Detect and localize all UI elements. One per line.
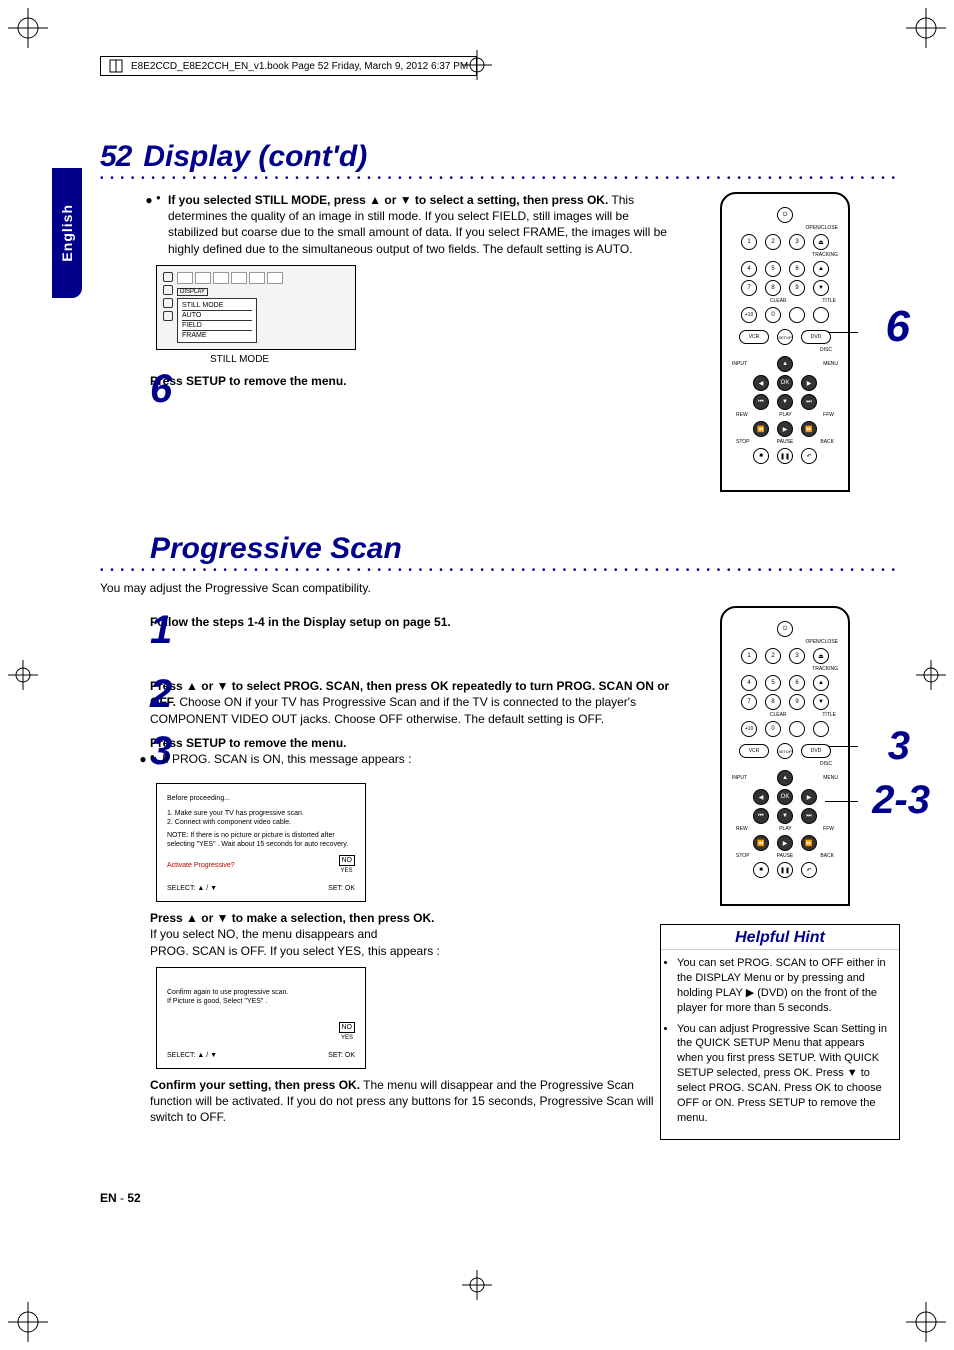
callout-6: 6 [886, 302, 910, 352]
crop-mark-icon [8, 1302, 48, 1342]
divider-dots: • • • • • • • • • • • • • • • • • • • • … [100, 176, 900, 182]
next-icon: ⏭ [801, 808, 817, 824]
register-mark-icon [8, 660, 38, 690]
step1-text: Follow the steps 1-4 in the Display setu… [150, 615, 451, 629]
next-icon: ⏭ [801, 394, 817, 410]
section-title-display: Display (cont'd) [143, 140, 367, 174]
osd-caption: STILL MODE [210, 354, 670, 365]
step6-text: Press SETUP to remove the menu. [150, 374, 347, 388]
section-title-progressive: Progressive Scan [150, 532, 402, 566]
down-icon: ▼ [813, 280, 829, 296]
crop-mark-icon [906, 8, 946, 48]
hint-title: Helpful Hint [661, 925, 899, 950]
nav-up-icon: ▲ [777, 356, 793, 372]
power-icon: ⏻ [777, 621, 793, 637]
callout-3: 3 [888, 724, 910, 769]
make-selection-text: Press ▲ or ▼ to make a selection, then p… [150, 911, 435, 925]
nav-left-icon: ◀ [753, 375, 769, 391]
remote-diagram: ⏻ OPEN/CLOSE 123⏏ TRACKING 456▲ 789▼ CLE… [720, 192, 850, 492]
prev-icon: ⏮ [753, 808, 769, 824]
nav-left-icon: ◀ [753, 789, 769, 805]
page-number: 52 [100, 140, 131, 174]
step2-text: Press ▲ or ▼ to select PROG. SCAN, then … [150, 679, 669, 725]
nav-right-icon: ▶ [801, 375, 817, 391]
crop-mark-icon [8, 8, 48, 48]
callout-line [828, 332, 858, 333]
prog-intro: You may adjust the Progressive Scan comp… [100, 580, 900, 596]
step3-bullet: If PROG. SCAN is ON, this message appear… [150, 751, 670, 767]
hint-item: You can adjust Progressive Scan Setting … [677, 1022, 891, 1126]
step-number-2: 2 [150, 678, 172, 710]
step-number-6: 6 [150, 373, 172, 405]
back-icon: ↶ [801, 448, 817, 464]
ok-button-remote: OK [777, 789, 793, 805]
file-header-text: E8E2CCD_E8E2CCH_EN_v1.book Page 52 Frida… [131, 61, 468, 72]
pause-icon: ❚❚ [777, 448, 793, 464]
up-icon: ▲ [813, 675, 829, 691]
setup-button-remote: SETUP [777, 743, 793, 759]
pause-icon: ❚❚ [777, 862, 793, 878]
rewind-icon: ⏪ [753, 835, 769, 851]
nav-down-icon: ▼ [777, 394, 793, 410]
setup-button-remote: SETUP [777, 329, 793, 345]
eject-icon: ⏏ [813, 234, 829, 250]
crop-mark-icon [906, 1302, 946, 1342]
nav-up-icon: ▲ [777, 770, 793, 786]
osd-still-mode: DISPLAY STILL MODE AUTO FIELD FRAME [156, 265, 356, 350]
divider-dots: • • • • • • • • • • • • • • • • • • • • … [100, 568, 900, 574]
back-icon: ↶ [801, 862, 817, 878]
remote-diagram: ⏻ OPEN/CLOSE 123⏏ TRACKING 456▲ 789▼ CLE… [720, 606, 850, 906]
play-icon: ▶ [777, 835, 793, 851]
prev-icon: ⏮ [753, 394, 769, 410]
down-icon: ▼ [813, 694, 829, 710]
ffw-icon: ⏩ [801, 421, 817, 437]
stop-icon: ■ [753, 448, 769, 464]
nav-down-icon: ▼ [777, 808, 793, 824]
rewind-icon: ⏪ [753, 421, 769, 437]
ok-button-remote: OK [777, 375, 793, 391]
hint-item: You can set PROG. SCAN to OFF either in … [677, 956, 891, 1015]
book-icon [109, 59, 123, 73]
language-label: English [59, 204, 75, 262]
osd-confirm-progressive: Confirm again to use progressive scan. I… [156, 967, 366, 1069]
stop-icon: ■ [753, 862, 769, 878]
nav-right-icon: ▶ [801, 789, 817, 805]
eject-icon: ⏏ [813, 648, 829, 664]
confirm-text: Confirm your setting, then press OK. The… [150, 1077, 670, 1126]
callout-line [825, 801, 858, 802]
language-tab: English [52, 168, 82, 298]
play-icon: ▶ [777, 421, 793, 437]
osd-activate-progressive: Before proceeding... 1. Make sure your T… [156, 783, 366, 902]
callout-line [828, 746, 858, 747]
up-icon: ▲ [813, 261, 829, 277]
step-number-1: 1 [150, 614, 172, 646]
still-mode-desc: If you selected STILL MODE, press ▲ or ▼… [156, 192, 670, 257]
power-icon: ⏻ [777, 207, 793, 223]
step3-title: Press SETUP to remove the menu. [150, 736, 347, 750]
callout-2-3: 2-3 [872, 778, 930, 823]
page-footer: EN - 52 [100, 1191, 141, 1205]
ffw-icon: ⏩ [801, 835, 817, 851]
helpful-hint-box: Helpful Hint You can set PROG. SCAN to O… [660, 924, 900, 1140]
register-mark-icon [916, 660, 946, 690]
register-mark-icon [462, 1270, 492, 1300]
file-header: E8E2CCD_E8E2CCH_EN_v1.book Page 52 Frida… [100, 56, 477, 76]
